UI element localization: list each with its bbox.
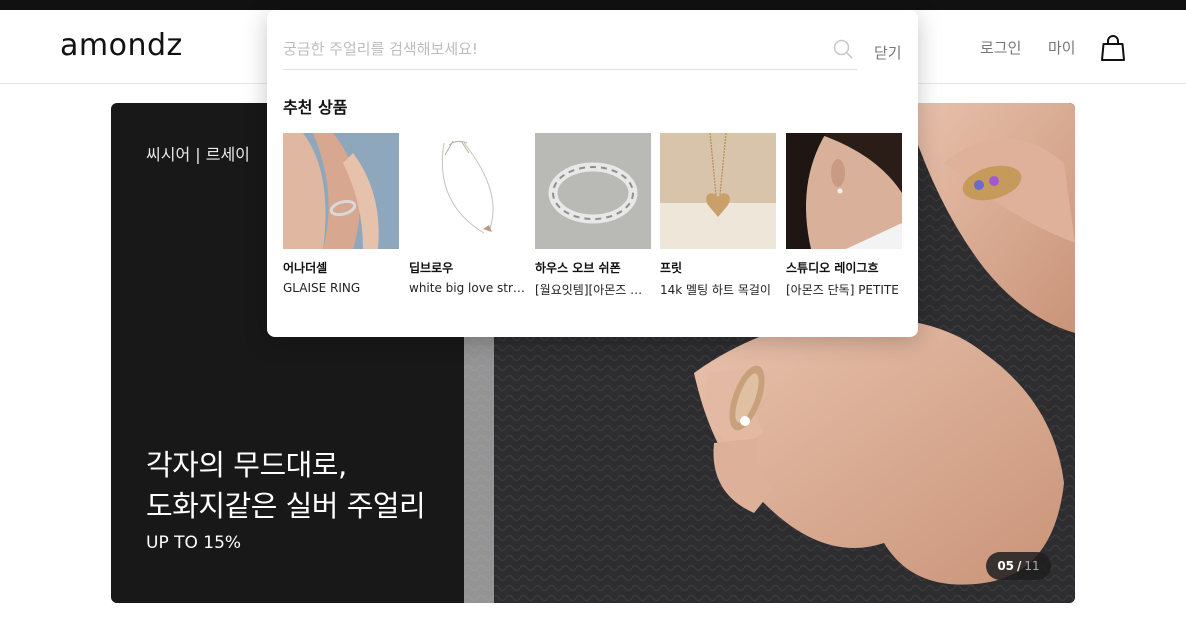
slide-counter-current: 05 (997, 559, 1015, 573)
search-icon[interactable] (833, 39, 853, 59)
top-bar (0, 0, 1186, 10)
product-brand: 딥브로우 (409, 261, 454, 275)
product-name: GLAISE RING (283, 281, 361, 295)
product-card[interactable]: 프릿 14k 멜팅 하트 목걸이 (660, 133, 776, 298)
banner-headline: 각자의 무드대로, 도화지같은 실버 주얼리 (146, 445, 426, 527)
product-brand: 스튜디오 레이그흐 (786, 261, 879, 275)
banner-headline-line1: 각자의 무드대로, (146, 448, 347, 482)
product-card[interactable]: 스튜디오 레이그흐 [아몬즈 단독] PETITE (786, 133, 902, 298)
product-image (409, 133, 525, 249)
product-brand: 어나더셀 (283, 261, 328, 275)
product-image (535, 133, 651, 249)
banner-headline-line2: 도화지같은 실버 주얼리 (146, 489, 426, 523)
login-link[interactable]: 로그인 (980, 37, 1021, 58)
slide-counter-separator: / (1017, 559, 1022, 573)
recommended-title: 추천 상품 (283, 98, 348, 117)
product-card[interactable]: 딥브로우 white big love strap necklace (409, 133, 525, 295)
product-brand: 하우스 오브 쉬폰 (535, 261, 621, 275)
banner-discount: UP TO 15% (146, 533, 242, 553)
product-name: [아몬즈 단독] PETITE (786, 283, 899, 297)
product-brand: 프릿 (660, 261, 683, 275)
product-card[interactable]: 하우스 오브 쉬폰 [월요잇템][아몬즈 단독] (535, 133, 651, 298)
product-name: [월요잇템][아몬즈 단독] (535, 283, 651, 297)
product-image (283, 133, 399, 249)
logo[interactable]: amondz (60, 28, 183, 63)
slide-counter-total: 11 (1024, 559, 1040, 573)
product-card[interactable]: 어나더셀 GLAISE RING (283, 133, 399, 295)
search-overlay: 닫기 추천 상품 어나더셀 GLAISE RING (267, 10, 918, 337)
product-name: 14k 멜팅 하트 목걸이 (660, 283, 771, 297)
shopping-bag-icon[interactable] (1101, 35, 1125, 61)
close-button[interactable]: 닫기 (874, 42, 902, 63)
banner-brand: 씨시어 | 르세이 (146, 145, 250, 164)
search-input[interactable] (283, 30, 823, 68)
product-image (660, 133, 776, 249)
product-name: white big love strap necklace (409, 281, 525, 295)
product-image (786, 133, 902, 249)
my-page-link[interactable]: 마이 (1048, 37, 1076, 58)
recommended-products: 어나더셀 GLAISE RING 딥브로우 white big love str… (283, 133, 903, 303)
slide-counter: 05 / 11 (986, 552, 1051, 580)
search-bar (283, 30, 857, 70)
